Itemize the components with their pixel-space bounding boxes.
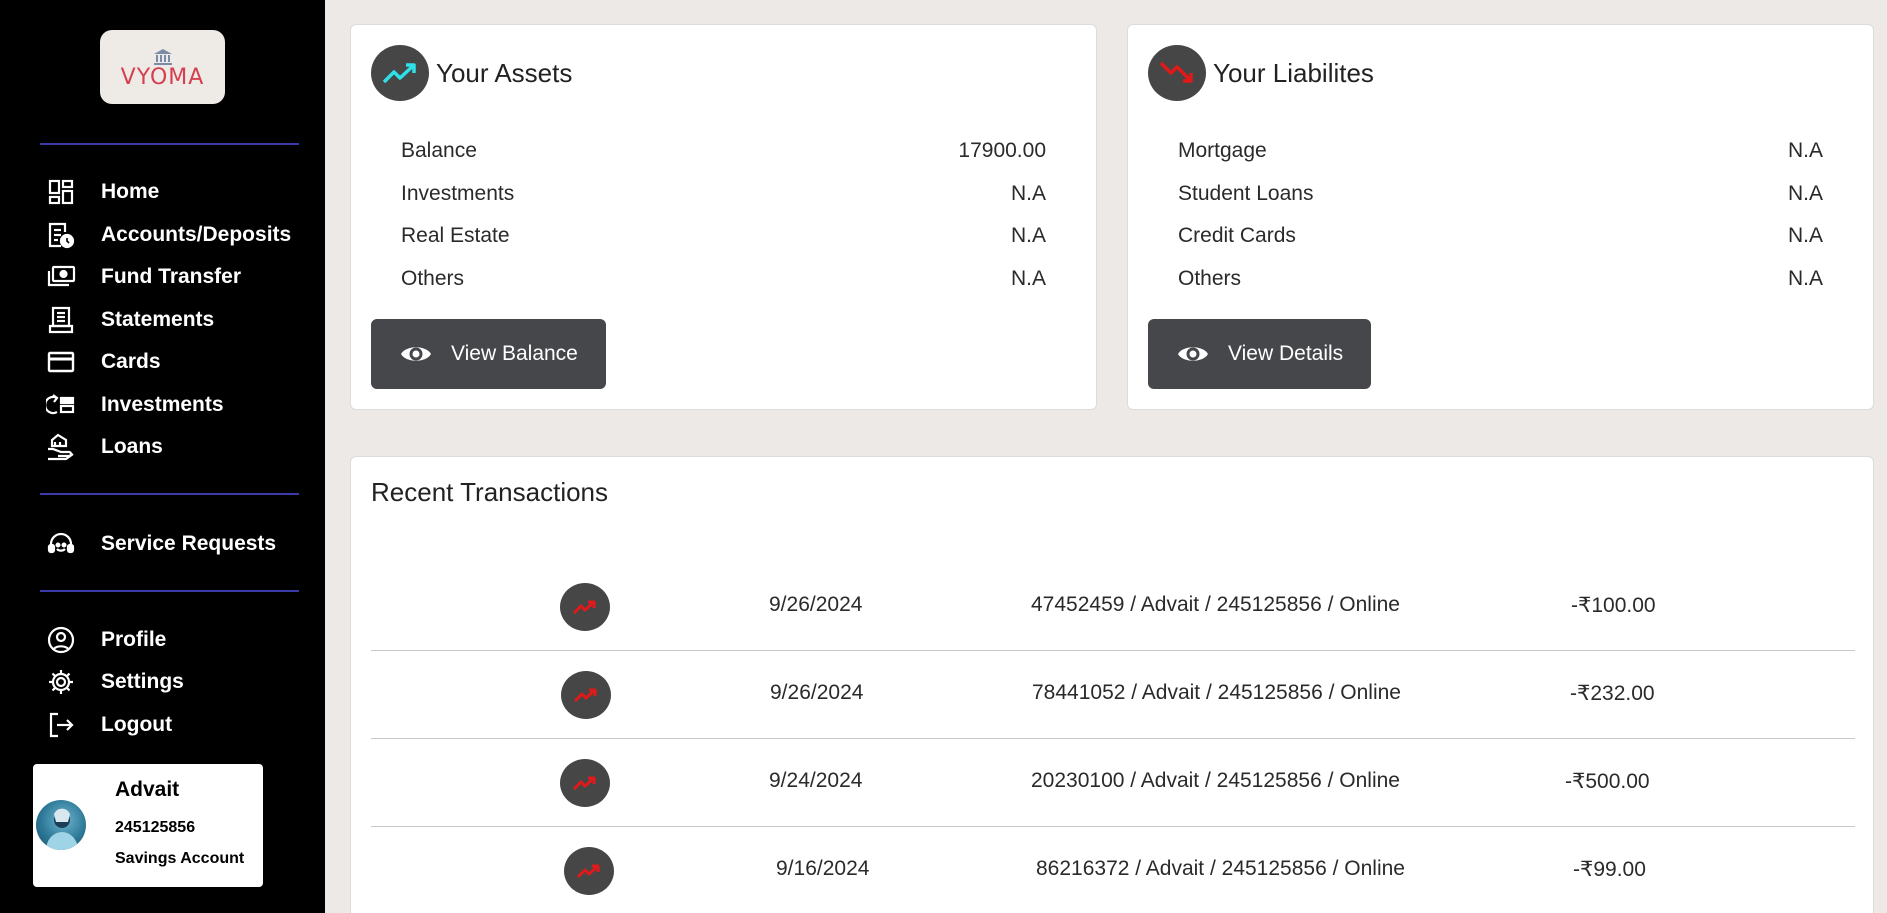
liability-value: N.A <box>1787 182 1823 205</box>
investment-icon <box>46 390 76 420</box>
trending-down-icon <box>1148 45 1206 101</box>
dashboard-icon <box>46 177 76 207</box>
assets-title: Your Assets <box>436 57 573 88</box>
liability-label: Mortgage <box>1178 139 1267 162</box>
eye-icon <box>1176 341 1210 367</box>
eye-icon <box>399 341 433 367</box>
recent-transactions-title: Recent Transactions <box>371 477 609 507</box>
nav-item-investments[interactable]: Investments <box>46 389 316 421</box>
asset-label: Investments <box>401 182 515 205</box>
bank-icon <box>153 49 172 65</box>
user-account-number: 245125856 <box>115 819 196 836</box>
transaction-trend-icon <box>560 759 610 807</box>
headset-icon <box>46 529 76 559</box>
nav-item-label: Profile <box>101 628 167 651</box>
transaction-amount: -₹99.00 <box>1573 858 1646 881</box>
liability-value: N.A <box>1787 139 1823 162</box>
nav-item-label: Statements <box>101 308 215 331</box>
liabilities-header: Your Liabilites <box>1148 45 1374 101</box>
transaction-description: 86216372 / Advait / 245125856 / Online <box>1036 857 1405 880</box>
user-name: Advait <box>115 778 180 801</box>
transaction-description: 78441052 / Advait / 245125856 / Online <box>1032 681 1401 704</box>
liability-label: Credit Cards <box>1178 224 1296 247</box>
nav-item-loans[interactable]: Loans <box>46 431 316 463</box>
nav-item-cards[interactable]: Cards <box>46 346 316 378</box>
liabilities-card: Your Liabilites Mortgage N.A Student Loa… <box>1127 24 1874 410</box>
liability-label: Student Loans <box>1178 182 1314 205</box>
transaction-row[interactable]: 9/26/2024 78441052 / Advait / 245125856 … <box>371 651 1855 739</box>
transaction-date: 9/16/2024 <box>776 857 870 880</box>
transaction-amount: -₹100.00 <box>1571 594 1656 617</box>
vyoma-logo[interactable]: VYOMA <box>100 30 225 104</box>
profile-icon <box>46 625 76 655</box>
transaction-row[interactable]: 9/26/2024 47452459 / Advait / 245125856 … <box>371 563 1855 651</box>
nav-item-label: Logout <box>101 713 173 736</box>
liability-value: N.A <box>1787 267 1823 290</box>
divider <box>40 590 299 592</box>
asset-value: N.A <box>1010 182 1046 205</box>
transaction-row[interactable]: 9/16/2024 86216372 / Advait / 245125856 … <box>371 827 1855 913</box>
nav-item-label: Service Requests <box>101 532 277 555</box>
liability-value: N.A <box>1787 224 1823 247</box>
transaction-description: 20230100 / Advait / 245125856 / Online <box>1031 769 1400 792</box>
view-balance-button[interactable]: View Balance <box>371 319 606 389</box>
asset-label: Real Estate <box>401 224 510 247</box>
nav-item-label: Home <box>101 180 160 203</box>
nav-item-label: Settings <box>101 670 184 693</box>
transaction-row[interactable]: 9/24/2024 20230100 / Advait / 245125856 … <box>371 739 1855 827</box>
nav-item-profile[interactable]: Profile <box>46 624 316 656</box>
nav-item-statements[interactable]: Statements <box>46 304 316 336</box>
nav-item-settings[interactable]: Settings <box>46 666 316 698</box>
nav-item-label: Fund Transfer <box>101 265 242 288</box>
logout-icon <box>46 710 76 740</box>
nav-item-logout[interactable]: Logout <box>46 709 316 741</box>
gear-icon <box>46 667 76 697</box>
liability-label: Others <box>1178 267 1242 290</box>
recent-transactions-card: Recent Transactions 9/26/2024 47452459 /… <box>350 456 1874 913</box>
transaction-date: 9/26/2024 <box>770 681 864 704</box>
asset-value: N.A <box>1010 267 1046 290</box>
loan-hand-icon <box>46 432 76 462</box>
nav-item-label: Accounts/Deposits <box>101 223 292 246</box>
nav-item-fund-transfer[interactable]: Fund Transfer <box>46 261 316 293</box>
view-details-button[interactable]: View Details <box>1148 319 1372 389</box>
nav-item-label: Cards <box>101 350 161 373</box>
user-account-type: Savings Account <box>115 850 245 867</box>
money-transfer-icon <box>46 262 76 292</box>
trending-up-icon <box>371 45 429 101</box>
transaction-description: 47452459 / Advait / 245125856 / Online <box>1031 593 1400 616</box>
nav-item-label: Investments <box>101 393 224 416</box>
nav-item-label: Loans <box>101 435 163 458</box>
view-balance-label: View Balance <box>451 342 578 365</box>
receipt-icon <box>46 305 76 335</box>
transaction-date: 9/26/2024 <box>769 593 863 616</box>
liabilities-title: Your Liabilites <box>1213 57 1374 88</box>
asset-label: Balance <box>401 139 477 162</box>
asset-label: Others <box>401 267 465 290</box>
transaction-amount: -₹500.00 <box>1565 770 1650 793</box>
transaction-amount: -₹232.00 <box>1570 682 1655 705</box>
user-card[interactable]: Advait 245125856 Savings Account <box>33 764 263 887</box>
divider <box>40 493 299 495</box>
transaction-trend-icon <box>561 671 611 719</box>
divider <box>40 143 299 145</box>
transaction-trend-icon <box>560 583 610 631</box>
transaction-trend-icon <box>564 847 614 895</box>
asset-value: N.A <box>1010 224 1046 247</box>
assets-header: Your Assets <box>371 45 572 101</box>
account-clock-icon <box>46 220 76 250</box>
asset-value: 17900.00 <box>958 139 1046 162</box>
logo-text: VYOMA <box>120 65 205 90</box>
nav-item-accounts-deposits[interactable]: Accounts/Deposits <box>46 219 316 251</box>
transaction-date: 9/24/2024 <box>769 769 863 792</box>
assets-card: Your Assets Balance 17900.00 Investments… <box>350 24 1097 410</box>
avatar <box>36 800 86 850</box>
credit-card-icon <box>46 347 76 377</box>
view-details-label: View Details <box>1228 342 1344 365</box>
nav-item-service-requests[interactable]: Service Requests <box>46 528 316 560</box>
nav-item-home[interactable]: Home <box>46 176 316 208</box>
sidebar: VYOMA Home Accounts/Deposits Fund Transf… <box>0 0 325 913</box>
